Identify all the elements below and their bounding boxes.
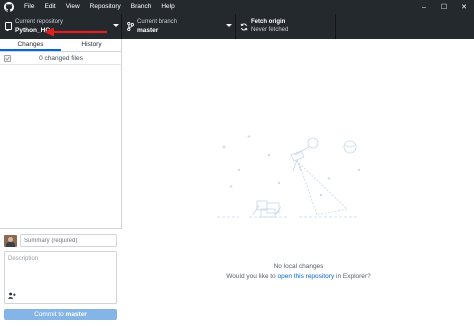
- maximize-icon: ☐: [440, 4, 448, 11]
- branch-icon: [126, 22, 134, 31]
- summary-input[interactable]: [20, 234, 117, 247]
- commit-button[interactable]: Commit to master: [4, 309, 117, 320]
- chevron-down-icon: [226, 24, 232, 27]
- hint-prefix: Would you like to: [226, 273, 278, 280]
- changes-header: 0 changed files: [0, 52, 122, 65]
- description-placeholder: Description: [8, 256, 39, 262]
- sidebar: Changes History 0 changed files Descript…: [0, 39, 122, 326]
- current-branch-dropdown[interactable]: Current branch master: [122, 14, 236, 39]
- commit-button-prefix: Commit to: [34, 311, 66, 318]
- annotation-arrow: [44, 27, 107, 37]
- sync-icon: [240, 22, 248, 31]
- branch-label: Current branch: [137, 19, 178, 25]
- menu-branch[interactable]: Branch: [131, 0, 152, 14]
- add-coauthor-button[interactable]: [8, 292, 16, 301]
- main-panel: No local changes Would you like to open …: [123, 39, 474, 326]
- chevron-down-icon: [113, 24, 119, 27]
- maximize-button[interactable]: ☐: [434, 0, 454, 14]
- minimize-button[interactable]: –: [414, 0, 434, 14]
- open-repo-hint: Would you like to open this repository i…: [123, 273, 474, 280]
- repo-icon: [4, 22, 12, 31]
- sidebar-tabs: Changes History: [0, 39, 122, 52]
- minimize-icon: –: [422, 3, 426, 11]
- menu-help[interactable]: Help: [161, 0, 174, 14]
- avatar: [4, 235, 17, 247]
- open-repository-link[interactable]: open this repository: [277, 273, 334, 280]
- title-bar: File Edit View Repository Branch Help – …: [0, 0, 474, 14]
- person-add-icon: [8, 292, 16, 299]
- repository-label: Current repository: [15, 19, 64, 25]
- no-changes-illustration: [217, 135, 361, 218]
- fetch-label: Fetch origin: [251, 19, 286, 25]
- close-icon: ✕: [461, 4, 467, 11]
- description-field[interactable]: Description: [4, 251, 117, 304]
- branch-name: master: [137, 27, 159, 34]
- hint-suffix: in Explorer?: [334, 273, 371, 280]
- tab-changes[interactable]: Changes: [0, 39, 61, 51]
- menu-view[interactable]: View: [66, 0, 80, 14]
- no-local-changes-heading: No local changes: [273, 263, 324, 270]
- commit-area: Description Commit to master: [0, 228, 122, 326]
- menu-file[interactable]: File: [24, 0, 34, 14]
- fetch-origin-button[interactable]: Fetch origin Never fetched: [236, 14, 336, 39]
- changed-files-count: 0 changed files: [39, 54, 83, 62]
- github-logo-icon: [2, 0, 16, 14]
- menu-edit[interactable]: Edit: [44, 0, 55, 14]
- close-button[interactable]: ✕: [454, 0, 474, 14]
- commit-button-branch: master: [65, 311, 87, 318]
- tab-history[interactable]: History: [61, 39, 122, 51]
- menu-repository[interactable]: Repository: [90, 0, 121, 14]
- fetch-status: Never fetched: [251, 27, 289, 33]
